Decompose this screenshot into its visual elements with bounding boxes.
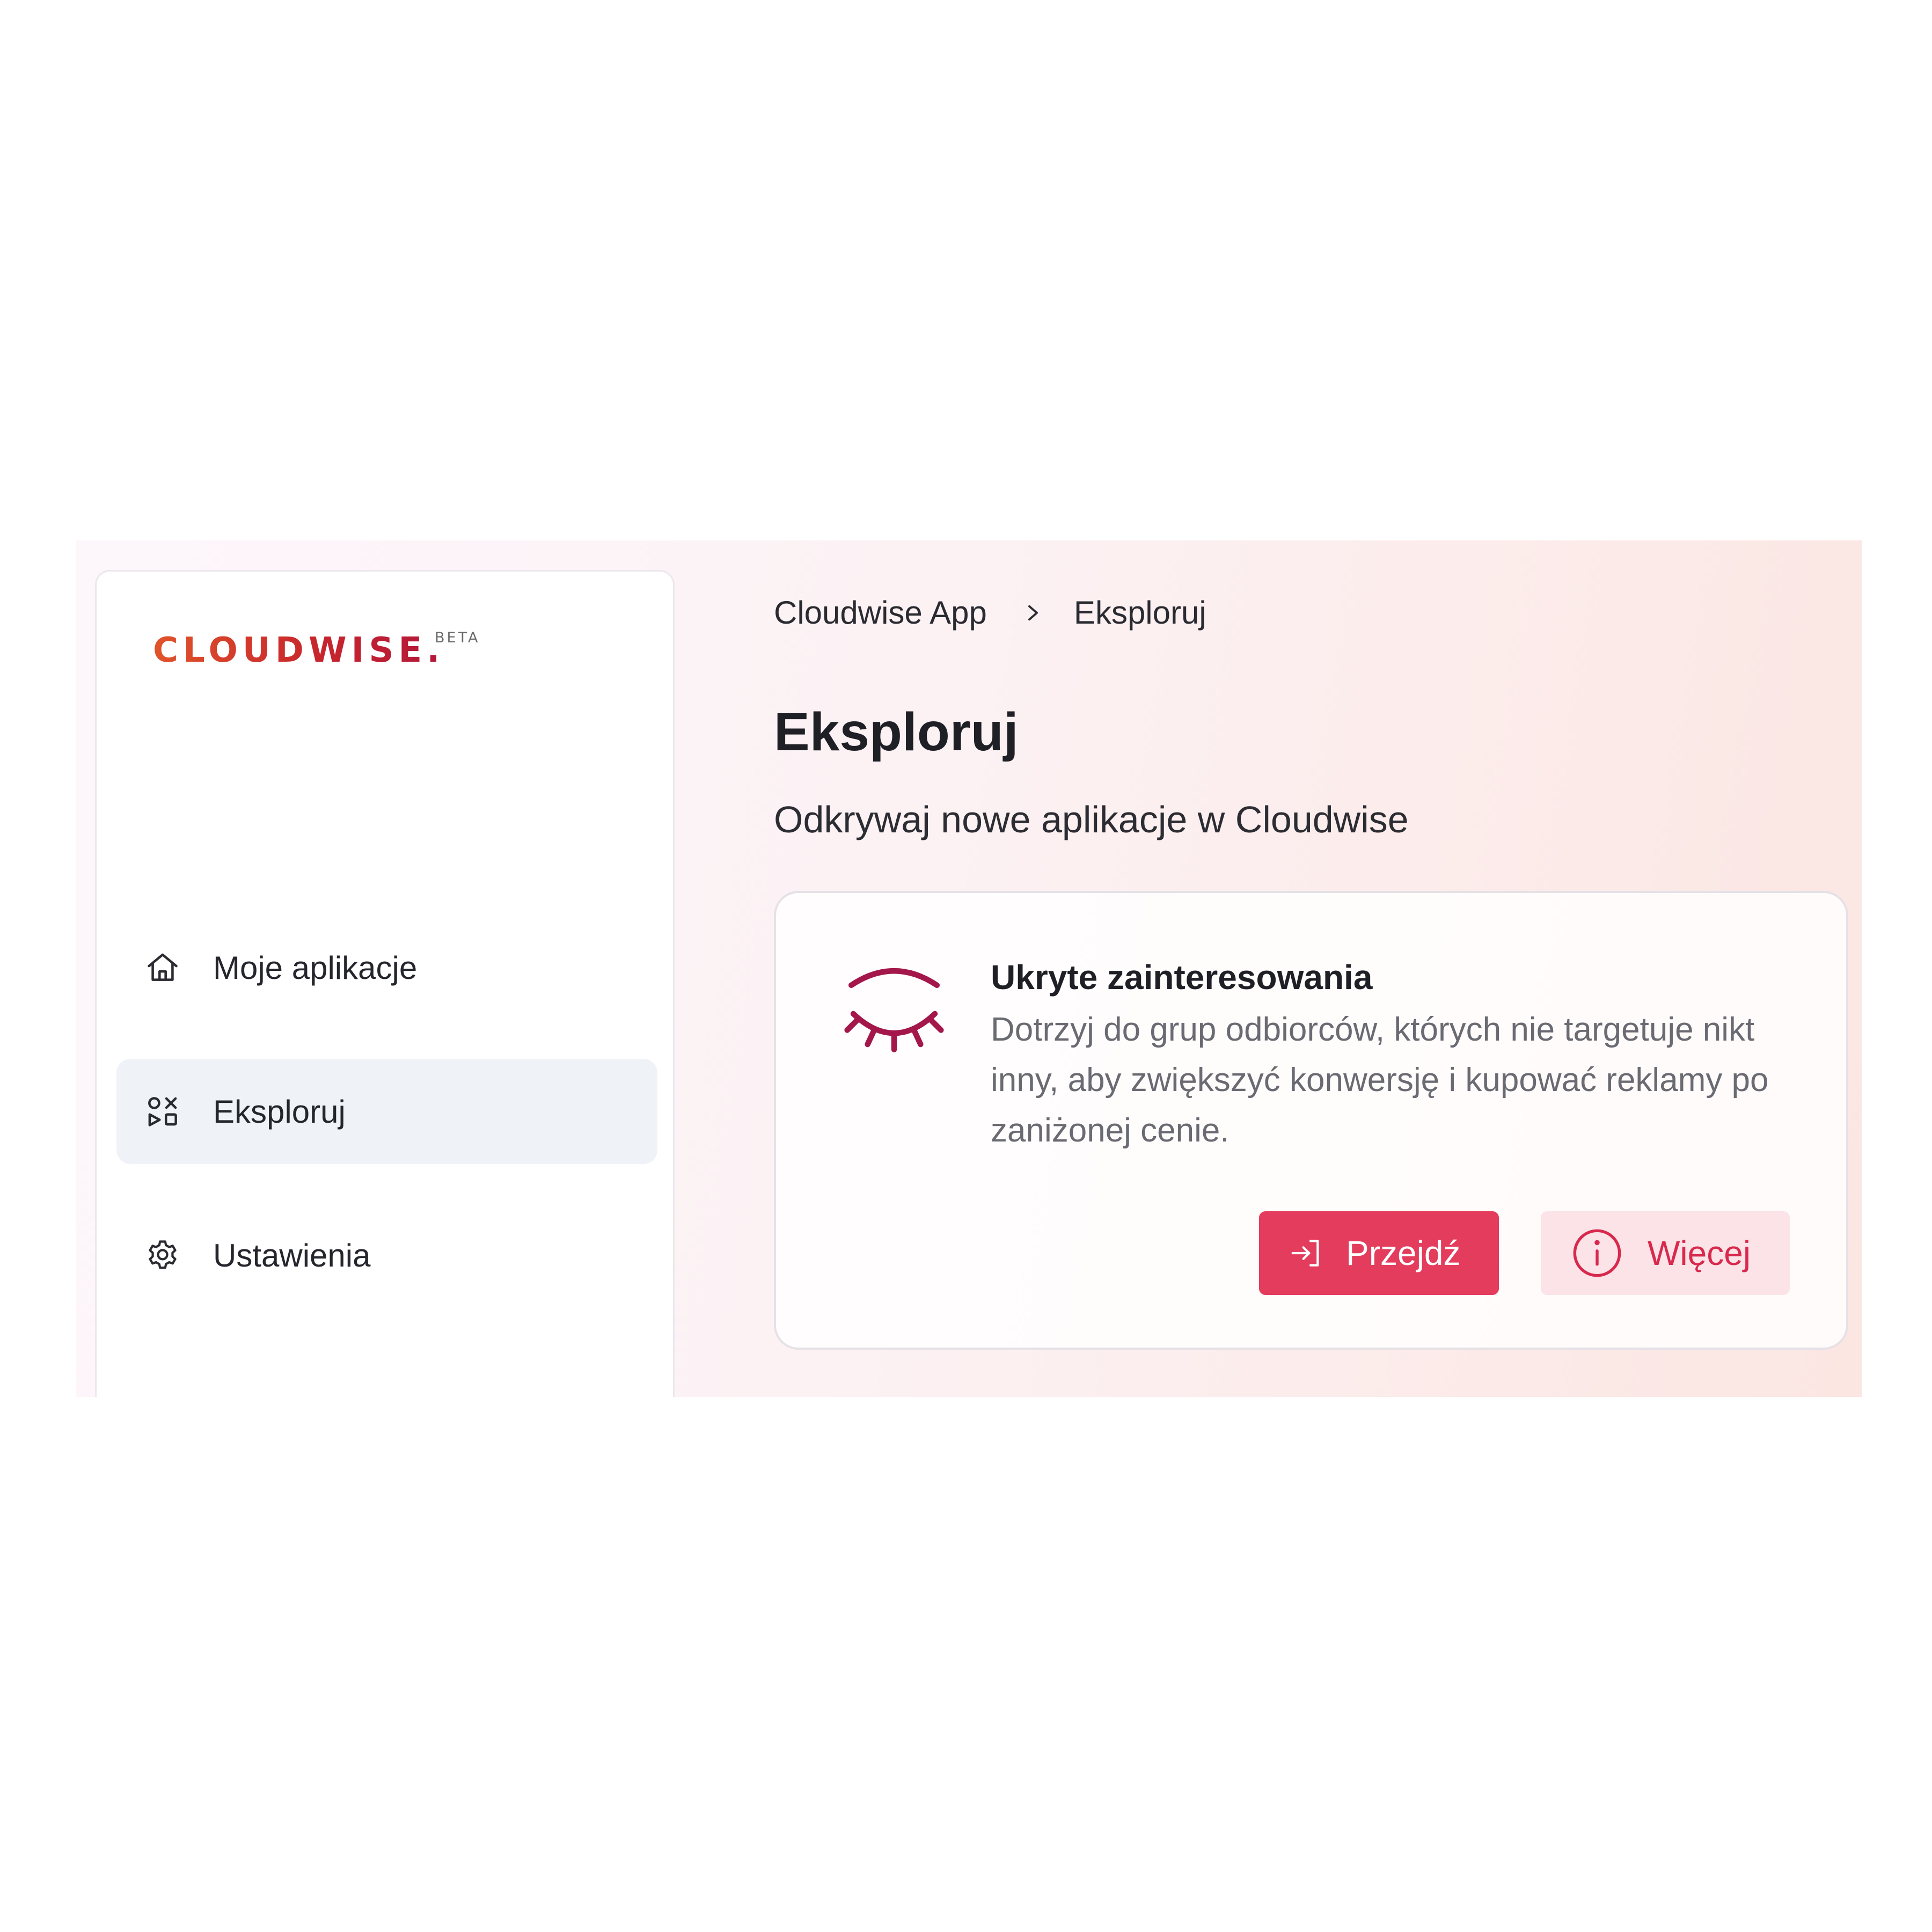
sidebar: CLOUDWISE. BETA Moje aplikacje Eksploruj… xyxy=(95,570,675,1397)
breadcrumb: Cloudwise App Eksploruj xyxy=(774,594,1206,631)
beta-badge: BETA xyxy=(435,630,480,646)
sidebar-item-moje-aplikacje[interactable]: Moje aplikacje xyxy=(116,915,657,1020)
wiecej-button[interactable]: Więcej xyxy=(1541,1211,1790,1295)
gear-icon xyxy=(144,1237,181,1274)
przejdz-button[interactable]: Przejdź xyxy=(1259,1211,1499,1295)
closed-eye-icon xyxy=(843,963,945,1065)
app-card: Ukryte zainteresowania Dotrzyj do grup o… xyxy=(774,891,1848,1350)
card-title: Ukryte zainteresowania xyxy=(991,958,1373,997)
breadcrumb-item-root[interactable]: Cloudwise App xyxy=(774,594,987,631)
przejdz-button-label: Przejdź xyxy=(1346,1234,1461,1272)
chevron-right-icon xyxy=(1022,599,1044,626)
page-title: Eksploruj xyxy=(774,702,1019,762)
app-window: CLOUDWISE. BETA Moje aplikacje Eksploruj… xyxy=(76,540,1862,1397)
explore-icon xyxy=(144,1093,181,1130)
main-content: Cloudwise App Eksploruj Eksploruj Odkryw… xyxy=(774,540,1862,1397)
cloudwise-logo[interactable]: CLOUDWISE. xyxy=(153,631,445,670)
sidebar-item-ustawienia[interactable]: Ustawienia xyxy=(116,1203,657,1308)
card-description: Dotrzyj do grup odbiorców, których nie t… xyxy=(991,1011,1769,1149)
home-icon xyxy=(144,949,181,986)
page-subtitle: Odkrywaj nowe aplikacje w Cloudwise xyxy=(774,799,1409,840)
breadcrumb-item-current: Eksploruj xyxy=(1073,595,1206,631)
sidebar-item-eksploruj[interactable]: Eksploruj xyxy=(116,1059,657,1164)
sidebar-item-label: Moje aplikacje xyxy=(213,949,418,986)
sidebar-item-label: Eksploruj xyxy=(213,1093,346,1130)
info-icon xyxy=(1570,1226,1624,1280)
sign-in-icon xyxy=(1289,1236,1323,1270)
wiecej-button-label: Więcej xyxy=(1648,1234,1751,1272)
sidebar-item-label: Ustawienia xyxy=(213,1237,371,1274)
